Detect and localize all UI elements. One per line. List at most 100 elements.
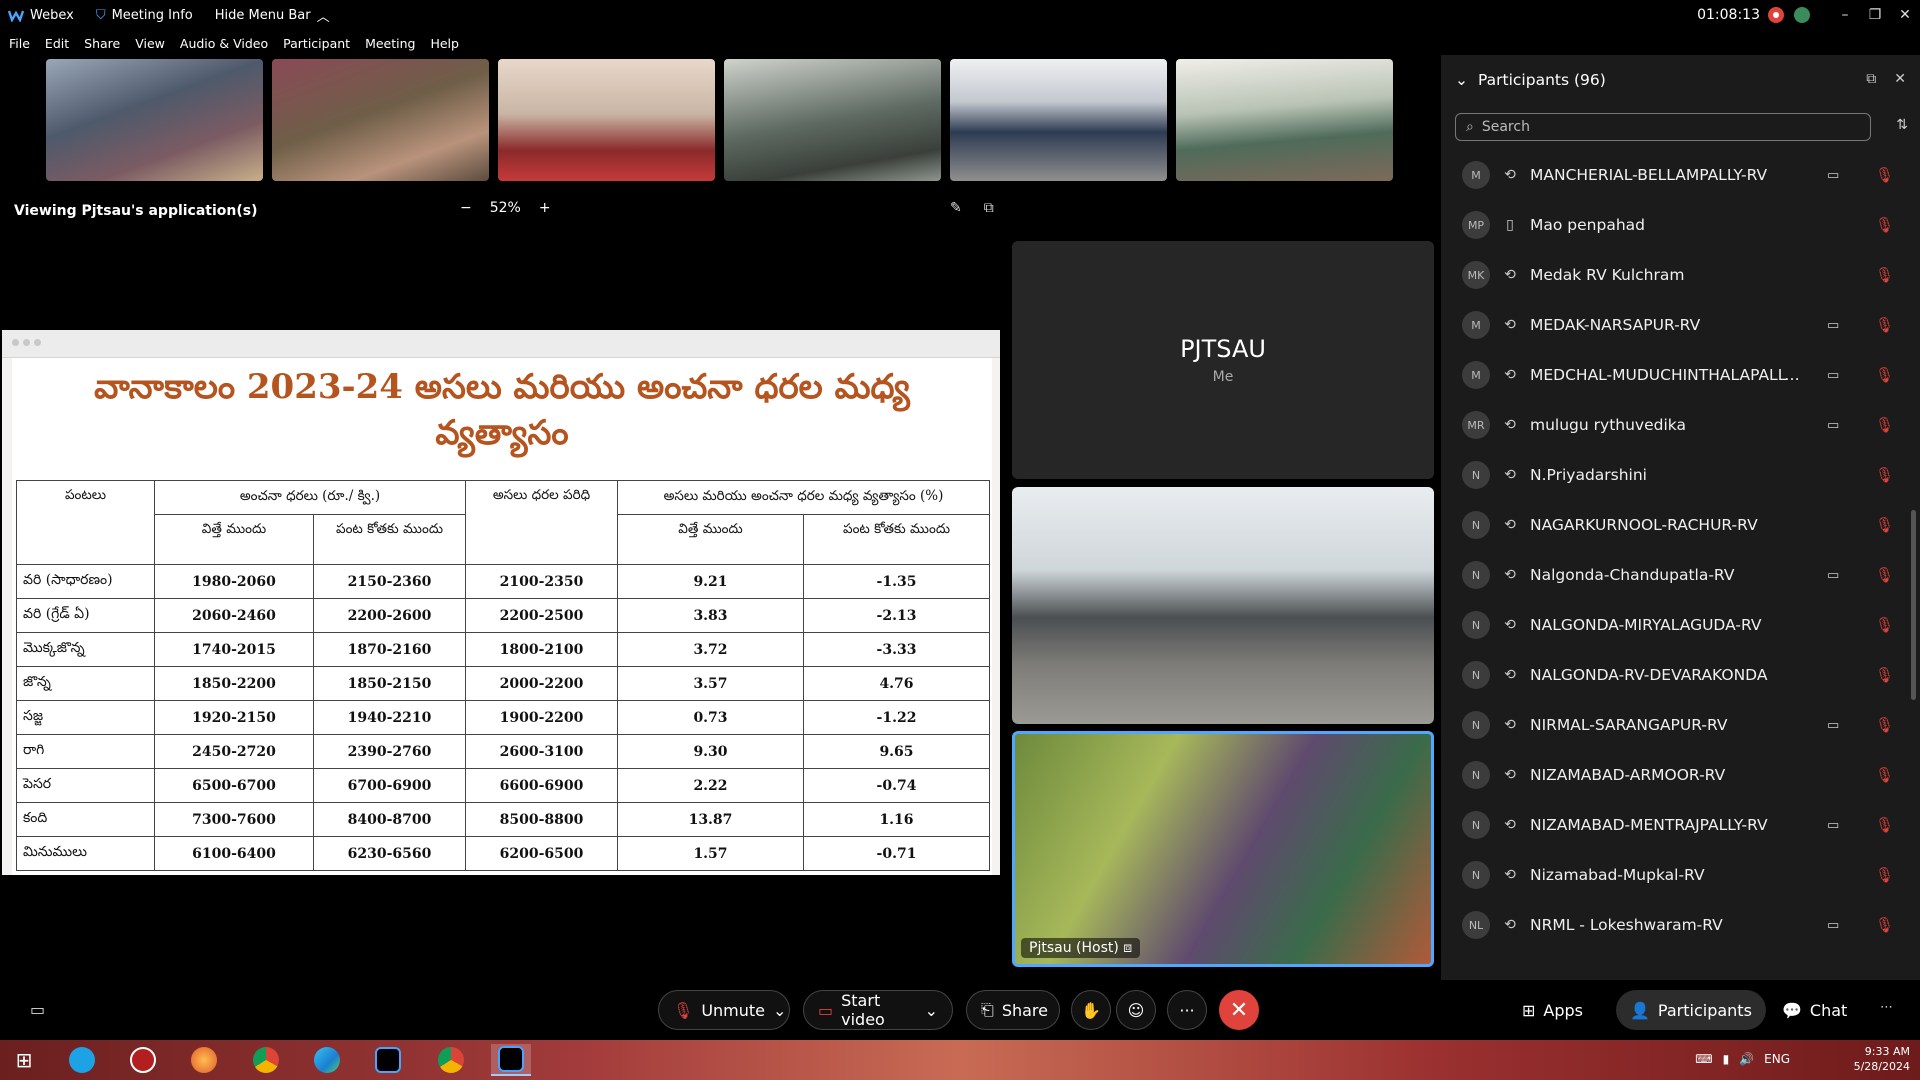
edge-icon[interactable] [307,1044,347,1076]
video-thumbnail[interactable] [46,59,263,181]
leave-meeting-button[interactable]: ✕ [1219,990,1259,1030]
menu-file[interactable]: File [9,36,30,51]
participant-row[interactable]: N ⟲ Nalgonda-Chandupatla-RV ▭ 🎙 [1441,550,1920,600]
muted-mic-icon[interactable]: 🎙 [1875,666,1894,684]
more-panel-icon[interactable]: ⋯ [1880,1000,1893,1015]
menu-help[interactable]: Help [430,36,459,51]
start-video-button[interactable]: ▭ Start video ⌄ [803,990,953,1030]
muted-mic-icon[interactable]: 🎙 [1875,166,1894,184]
chevron-down-icon[interactable]: ⌄ [925,1001,938,1020]
muted-mic-icon[interactable]: 🎙 [1875,516,1894,534]
restore-button[interactable]: ❐ [1860,7,1890,23]
muted-mic-icon[interactable]: 🎙 [1875,816,1894,834]
unmute-button[interactable]: 🎙 Unmute ⌄ [658,990,790,1030]
share-button[interactable]: ⎗ Share [966,990,1060,1030]
participant-row[interactable]: N ⟲ NIRMAL-SARANGAPUR-RV ▭ 🎙 [1441,700,1920,750]
zoom-in-button[interactable]: + [539,200,551,216]
zoom-out-button[interactable]: − [460,200,472,216]
close-window-button[interactable]: ✕ [1890,7,1920,23]
muted-mic-icon[interactable]: 🎙 [1875,266,1894,284]
sync-icon: ⟲ [1504,767,1516,783]
popout-icon[interactable]: ⧉ [1866,71,1876,87]
keyboard-icon[interactable]: ⌨ [1695,1052,1712,1066]
participant-search-input[interactable]: ⌕ Search [1455,113,1871,141]
more-options-button[interactable]: ··· [1167,990,1207,1030]
participants-scrollbar[interactable] [1911,510,1916,700]
captions-icon[interactable]: ▭ [30,1000,45,1019]
diff-sow-cell: 13.87 [617,802,804,837]
apps-button[interactable]: ⊞ Apps [1508,990,1597,1030]
muted-mic-icon[interactable]: 🎙 [1875,466,1894,484]
participant-row[interactable]: N ⟲ NAGARKURNOOL-RACHUR-RV 🎙 [1441,500,1920,550]
collapse-chevron-icon[interactable]: ⌄ [1455,71,1468,89]
volume-icon[interactable]: 🔊 [1739,1052,1754,1066]
participant-row[interactable]: N ⟲ N.Priyadarshini 🎙 [1441,450,1920,500]
room-video-tile[interactable] [1012,487,1434,724]
menu-participant[interactable]: Participant [283,36,350,51]
meeting-timer: 01:08:13 [1697,7,1760,23]
menu-meeting[interactable]: Meeting [365,36,415,51]
network-icon[interactable]: ▮ [1723,1052,1730,1066]
video-thumbnail[interactable] [272,59,489,181]
close-panel-icon[interactable]: ✕ [1894,71,1906,87]
diff-sow-cell: 2.22 [617,768,804,803]
skype-icon[interactable] [62,1044,102,1076]
participant-row[interactable]: N ⟲ NALGONDA-RV-DEVARAKONDA 🎙 [1441,650,1920,700]
video-thumbnail[interactable] [498,59,715,181]
muted-mic-icon[interactable]: 🎙 [1875,366,1894,384]
participant-row[interactable]: M ⟲ MEDAK-NARSAPUR-RV ▭ 🎙 [1441,300,1920,350]
menu-audio-video[interactable]: Audio & Video [180,36,268,51]
raise-hand-button[interactable]: ✋ [1071,990,1111,1030]
muted-mic-icon[interactable]: 🎙 [1875,216,1894,234]
sort-icon[interactable]: ⇅ [1896,117,1908,133]
muted-mic-icon[interactable]: 🎙 [1875,866,1894,884]
participant-row[interactable]: MK ⟲ Medak RV Kulchram 🎙 [1441,250,1920,300]
muted-mic-icon[interactable]: 🎙 [1875,616,1894,634]
menu-share[interactable]: Share [84,36,120,51]
participant-row[interactable]: N ⟲ NIZAMABAD-ARMOOR-RV 🎙 [1441,750,1920,800]
host-video-tile[interactable]: Pjtsau (Host) ⧈ [1012,731,1434,967]
webex-taskbar-icon[interactable] [368,1044,408,1076]
muted-mic-icon[interactable]: 🎙 [1875,566,1894,584]
self-video-tile[interactable]: PJTSAU Me [1012,241,1434,479]
chat-icon: 💬 [1782,1000,1802,1020]
chevron-down-icon[interactable]: ⌄ [773,1001,786,1020]
participant-row[interactable]: M ⟲ MANCHERIAL-BELLAMPALLY-RV ▭ 🎙 [1441,150,1920,200]
muted-mic-icon[interactable]: 🎙 [1875,316,1894,334]
annotate-icon[interactable]: ✎ [950,200,962,216]
participant-row[interactable]: N ⟲ Nizamabad-Mupkal-RV 🎙 [1441,850,1920,900]
user-avatar[interactable] [1794,7,1810,23]
video-thumbnail[interactable] [724,59,941,181]
reactions-button[interactable]: ☺ [1116,990,1156,1030]
participant-row[interactable]: N ⟲ NIZAMABAD-MENTRAJPALLY-RV ▭ 🎙 [1441,800,1920,850]
webex-active-icon[interactable] [491,1044,531,1076]
participant-row[interactable]: MP ▯ Mao penpahad 🎙 [1441,200,1920,250]
video-thumbnail[interactable] [950,59,1167,181]
participant-row[interactable]: NL ⟲ NRML - Lokeshwaram-RV ▭ 🎙 [1441,900,1920,950]
muted-mic-icon[interactable]: 🎙 [1875,416,1894,434]
acrobat-icon[interactable] [123,1044,163,1076]
muted-mic-icon[interactable]: 🎙 [1875,716,1894,734]
chrome-profile-icon[interactable] [431,1044,471,1076]
participants-button[interactable]: 👤 Participants [1616,990,1766,1030]
firefox-icon[interactable] [184,1044,224,1076]
minimize-button[interactable]: – [1830,7,1860,23]
participant-avatar: N [1462,561,1490,589]
hide-menu-bar-button[interactable]: Hide Menu Bar ︿ [215,6,330,25]
start-icon[interactable]: ⊞ [4,1044,44,1076]
participant-row[interactable]: M ⟲ MEDCHAL-MUDUCHINTHALAPALLY-... ▭ 🎙 [1441,350,1920,400]
recording-icon[interactable] [1768,7,1784,23]
muted-mic-icon[interactable]: 🎙 [1875,766,1894,784]
video-thumbnail[interactable] [1176,59,1393,181]
menu-edit[interactable]: Edit [45,36,69,51]
menu-view[interactable]: View [135,36,165,51]
participant-row[interactable]: N ⟲ NALGONDA-MIRYALAGUDA-RV 🎙 [1441,600,1920,650]
muted-mic-icon[interactable]: 🎙 [1875,916,1894,934]
participant-row[interactable]: MR ⟲ mulugu rythuvedika ▭ 🎙 [1441,400,1920,450]
chat-button[interactable]: 💬 Chat [1768,990,1861,1030]
meeting-info-button[interactable]: ⛉ Meeting Info [96,8,193,23]
fit-screen-icon[interactable]: ⧉ [984,200,994,216]
chrome-icon[interactable] [246,1044,286,1076]
clock[interactable]: 9:33 AM 5/28/2024 [1854,1044,1910,1074]
language-indicator[interactable]: ENG [1764,1052,1790,1066]
